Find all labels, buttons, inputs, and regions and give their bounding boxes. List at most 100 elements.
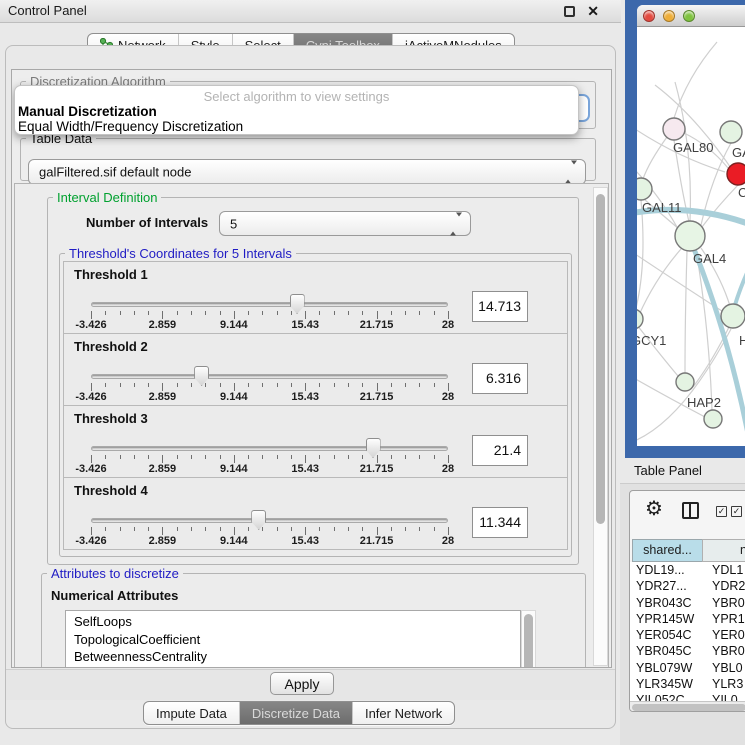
network-edge-thick[interactable] [735,262,745,305]
column-header-name[interactable]: na [702,539,745,562]
tab-label: Discretize Data [252,702,340,725]
network-node[interactable] [637,178,652,200]
network-window-frame: GAL80GAGAL11CGAL4GCY1HHAP2 [625,0,745,458]
network-window-titlebar[interactable] [637,5,745,27]
network-edge[interactable] [639,249,681,315]
slider-thumb[interactable] [251,510,266,530]
table-row[interactable]: YDL19...YDL1 [630,562,745,578]
network-canvas[interactable]: GAL80GAGAL11CGAL4GCY1HHAP2 [637,27,745,446]
slider-track[interactable] [91,302,448,307]
table-row[interactable]: YBR043CYBR0 [630,595,745,611]
cell-shared-name: YBR045C [636,643,692,659]
table-hscrollbar-thumb[interactable] [632,704,745,711]
checkbox-icon[interactable]: ✓ [731,506,742,517]
tick-mark [377,455,378,463]
attributes-scrollbar-thumb[interactable] [524,614,533,668]
tick-mark [319,455,320,459]
gear-icon[interactable]: ⚙ [645,496,663,521]
network-node-label: GCY1 [637,333,666,348]
table-row[interactable]: YIL052CYIL0 [630,692,745,701]
slider-thumb[interactable] [366,438,381,458]
cell-name: YBR0 [712,595,745,611]
close-icon[interactable]: ✕ [587,0,599,22]
attribute-item[interactable]: BetweennessCentrality [74,648,520,666]
numerical-attributes-list[interactable]: SelfLoopsTopologicalCoefficientBetweenne… [65,610,521,668]
tick-mark [248,383,249,387]
table-row[interactable]: YBL079WYBL0 [630,660,745,676]
tick-mark [419,527,420,531]
network-node[interactable] [704,410,722,428]
checkbox-icon[interactable]: ✓ [716,506,727,517]
tick-mark [248,311,249,315]
attribute-item[interactable]: SelfLoops [74,613,520,631]
tick-mark [277,455,278,459]
slider-track[interactable] [91,446,448,451]
algorithm-option[interactable]: Manual Discretization [15,104,578,119]
network-node[interactable] [727,163,745,185]
node-table-container: ⚙ ✓ ✓ shared... na YDL19...YDL1YDR27...Y… [629,490,745,712]
algorithm-option[interactable]: Equal Width/Frequency Discretization [15,119,578,134]
tick-mark [362,383,363,387]
close-traffic-light-button[interactable] [643,10,655,22]
tick-mark [120,455,121,459]
tick-mark [291,383,292,387]
interval-definition-title: Interval Definition [53,190,161,205]
table-row[interactable]: YPR145WYPR1 [630,611,745,627]
cell-shared-name: YIL052C [636,692,685,701]
tick-mark [377,383,378,391]
discretization-content: Discretization Algorithm Select algorith… [11,69,612,668]
tick-mark [177,311,178,315]
cyni-bottom-tabbar: Impute Data Discretize Data Infer Network [143,701,455,725]
table-row[interactable]: YER054CYER0 [630,627,745,643]
network-node[interactable] [721,304,745,328]
tick-label: 28 [442,535,454,547]
tab-infer-network[interactable]: Infer Network [352,702,454,724]
tick-mark [305,383,306,391]
columns-icon[interactable] [682,502,699,519]
tick-mark [277,383,278,387]
minimize-traffic-light-button[interactable] [663,10,675,22]
network-node[interactable] [637,309,643,329]
tick-mark [348,383,349,387]
cell-name: YLR3 [712,676,743,692]
tab-discretize-data[interactable]: Discretize Data [239,702,352,724]
network-edge[interactable] [685,251,687,373]
threshold-value-field[interactable]: 14.713 [472,291,528,322]
threshold-value-field[interactable]: 11.344 [472,507,528,538]
network-node[interactable] [663,118,685,140]
network-edge[interactable] [643,137,667,179]
settings-scrollbar-thumb[interactable] [596,194,605,524]
column-header-shared-name[interactable]: shared... [632,539,703,562]
float-window-icon[interactable] [564,6,575,17]
table-row[interactable]: YLR345WYLR3 [630,676,745,692]
tick-mark [177,455,178,459]
threshold-value-field[interactable]: 6.316 [472,363,528,394]
network-node[interactable] [675,221,705,251]
table-hscrollbar[interactable] [630,701,745,711]
table-row[interactable]: YDR27...YDR2 [630,578,745,594]
tick-mark [419,311,420,315]
zoom-traffic-light-button[interactable] [683,10,695,22]
table-row[interactable]: YBR045CYBR0 [630,643,745,659]
apply-button[interactable]: Apply [270,672,334,695]
attributes-scrollbar[interactable] [521,610,536,668]
slider-track[interactable] [91,374,448,379]
table-data-combobox[interactable]: galFiltered.sif default node [28,159,586,185]
network-edge-thick[interactable] [694,249,745,439]
settings-scrollbar[interactable] [593,187,608,666]
number-of-intervals-combobox[interactable]: 5 [219,211,471,236]
tick-mark [334,455,335,459]
tick-mark [405,455,406,459]
network-node[interactable] [676,373,694,391]
threshold-list: Threshold 1-3.4262.8599.14415.4321.71528… [63,262,568,550]
slider-thumb[interactable] [194,366,209,386]
tick-mark [205,383,206,387]
tick-mark [148,455,149,459]
threshold-value-field[interactable]: 21.4 [472,435,528,466]
attribute-item[interactable]: TopologicalCoefficient [74,631,520,649]
slider-track[interactable] [91,518,448,523]
table-data-combobox-value: galFiltered.sif default node [39,165,191,180]
tick-mark [277,311,278,315]
network-node[interactable] [720,121,742,143]
tab-impute-data[interactable]: Impute Data [144,702,239,724]
